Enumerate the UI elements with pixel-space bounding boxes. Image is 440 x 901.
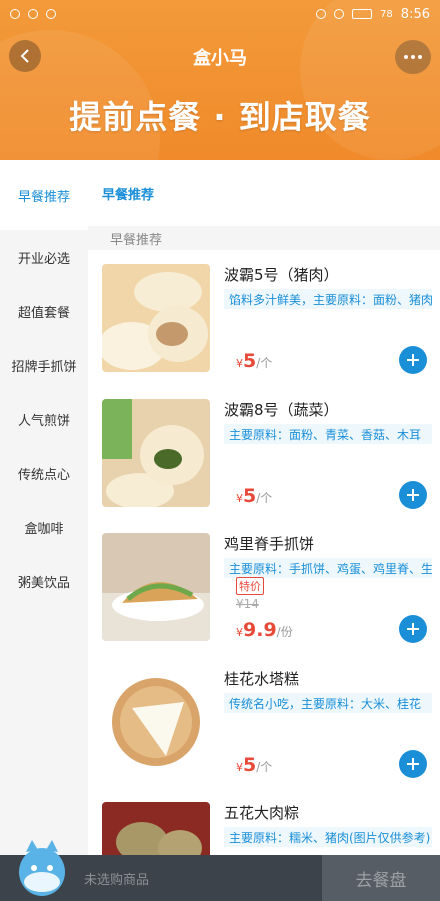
add-to-cart-button[interactable] [399,481,427,509]
product-image [102,668,210,776]
more-icon [404,55,422,59]
sidebar-item-must-pick[interactable]: 开业必选 [0,230,88,284]
signal-icon [10,9,20,19]
sidebar-item-traditional-snack[interactable]: 传统点心 [0,446,88,500]
product-item[interactable]: 鸡里脊手抓饼 主要原料：手抓饼、鸡蛋、鸡里脊、生菜 特价 ¥14 ¥9.9/份 [102,533,432,643]
original-price: ¥14 [236,597,259,611]
product-description: 主要原料：面粉、青菜、香菇、木耳 [224,424,432,444]
product-image [102,802,210,855]
cart-status: 未选购商品 [84,872,150,888]
product-image [102,264,210,372]
add-to-cart-button[interactable] [399,750,427,778]
battery-icon [352,9,373,19]
product-description: 传统名小吃，主要原料：大米、桂花 [224,693,432,713]
product-name: 鸡里脊手抓饼 [224,535,315,553]
plus-icon [407,354,419,366]
wifi-icon [334,9,345,19]
product-price: ¥5/个 [236,350,273,372]
category-title: 早餐推荐 [102,187,155,203]
product-name: 五花大肉粽 [224,804,300,822]
sidebar-item-breakfast[interactable]: 早餐推荐 [0,160,88,230]
header-banner: 78 8:56 盒小马 提前点餐 · 到店取餐 [0,0,440,160]
category-sidebar: 早餐推荐 开业必选 超值套餐 招牌手抓饼 人气煎饼 传统点心 盒咖啡 粥美饮品 [0,160,88,855]
sidebar-item-popular-jianbing[interactable]: 人气煎饼 [0,392,88,446]
plus-icon [407,623,419,635]
product-item[interactable]: 波霸5号（猪肉） 馅料多汁鲜美，主要原料：面粉、猪肉 ¥5/个 [102,264,432,374]
battery-level: 78 [380,8,393,20]
add-to-cart-button[interactable] [399,615,427,643]
sidebar-item-value-set[interactable]: 超值套餐 [0,284,88,338]
checkout-button[interactable]: 去餐盘 [322,855,440,901]
product-price: ¥5/个 [236,485,273,507]
product-name: 波霸8号（蔬菜） [224,401,339,419]
section-label: 早餐推荐 [88,226,440,250]
sidebar-item-coffee[interactable]: 盒咖啡 [0,500,88,554]
add-to-cart-button[interactable] [399,346,427,374]
product-description: 馅料多汁鲜美，主要原料：面粉、猪肉 [224,289,432,309]
product-price: ¥5/个 [236,754,273,776]
more-button[interactable] [395,40,431,74]
product-name: 波霸5号（猪肉） [224,266,339,284]
sidebar-item-porridge-drinks[interactable]: 粥美饮品 [0,554,88,608]
product-image [102,533,210,641]
alarm-icon [316,9,327,19]
product-name: 桂花水塔糕 [224,670,300,688]
product-item[interactable]: 桂花水塔糕 传统名小吃，主要原料：大米、桂花 ¥5/个 [102,668,432,778]
product-item[interactable]: 五花大肉粽 主要原料：糯米、猪肉(图片仅供参考) [102,802,432,855]
cart-mascot-icon[interactable] [18,836,66,898]
product-price: ¥9.9/份 [236,619,293,641]
camera-icon [46,9,56,19]
product-description: 主要原料：糯米、猪肉(图片仅供参考) [224,827,432,847]
status-time: 8:56 [400,6,430,22]
plus-icon [407,489,419,501]
sidebar-item-hand-pancake[interactable]: 招牌手抓饼 [0,338,88,392]
app-title: 盒小马 [193,48,247,69]
product-description: 主要原料：手抓饼、鸡蛋、鸡里脊、生菜 [224,558,432,578]
product-list: 早餐推荐 早餐推荐 波霸5号（猪肉） 馅料多汁鲜美，主要原料：面粉、猪肉 ¥5/… [88,160,440,855]
product-item[interactable]: 波霸8号（蔬菜） 主要原料：面粉、青菜、香菇、木耳 ¥5/个 [102,399,432,509]
product-image [102,399,210,507]
plus-icon [407,758,419,770]
status-bar: 78 8:56 [0,0,440,28]
banner-slogan: 提前点餐 · 到店取餐 [69,98,371,136]
special-price-badge: 特价 [236,577,264,595]
notification-icon [28,9,38,19]
cart-bar: 未选购商品 去餐盘 [0,855,440,901]
